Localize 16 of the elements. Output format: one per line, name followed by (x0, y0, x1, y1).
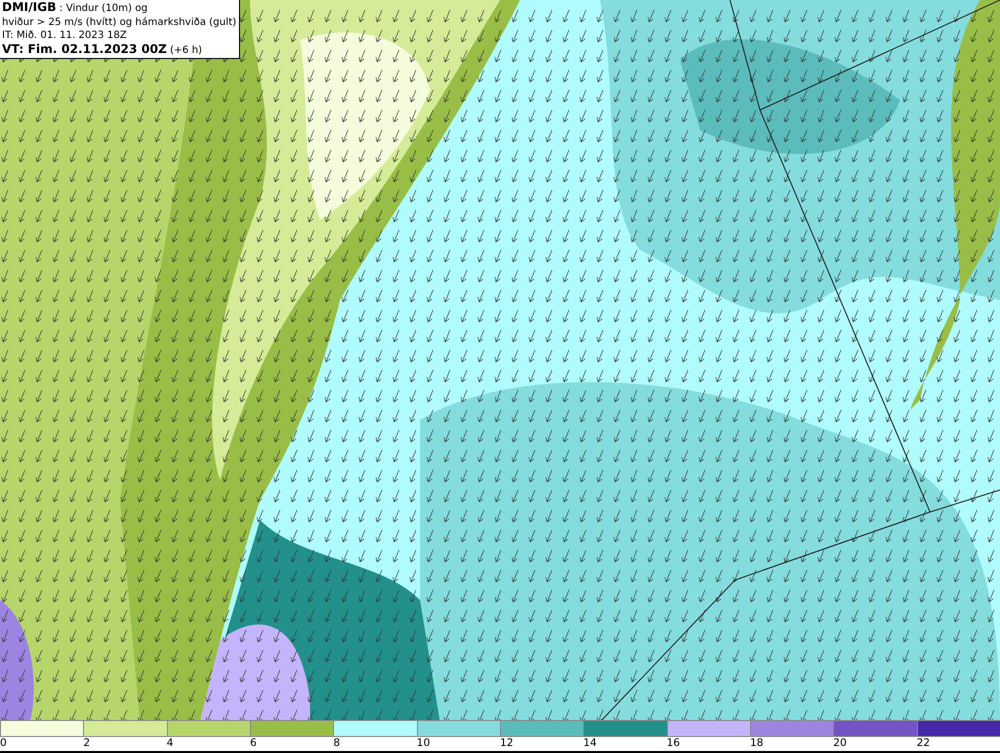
legend-label: 10 (416, 737, 432, 750)
legend-label: 8 (333, 737, 341, 750)
info-text: hviður > 25 m/s (hvítt) og hámarkshviða (gult) (2, 16, 236, 29)
legend-label: 22 (916, 737, 931, 750)
legend-label: 12 (500, 737, 514, 750)
legend-label: 6 (250, 737, 258, 750)
info-text: VT: Fim. 02.11.2023 00Z (+6 h) (2, 42, 204, 57)
legend-label: 2 (83, 737, 92, 750)
info-text: DMI/IGB : Vindur (10m) og (2, 1, 149, 16)
info-text: IT: Mið. 01. 11. 2023 18Z (2, 29, 128, 42)
legend-label: 14 (583, 737, 598, 750)
legend-label: 18 (750, 737, 764, 750)
legend-label: 20 (833, 737, 848, 750)
legend-label: 16 (666, 737, 681, 750)
legend-label: 0 (0, 737, 8, 750)
legend-label: 4 (166, 737, 174, 750)
